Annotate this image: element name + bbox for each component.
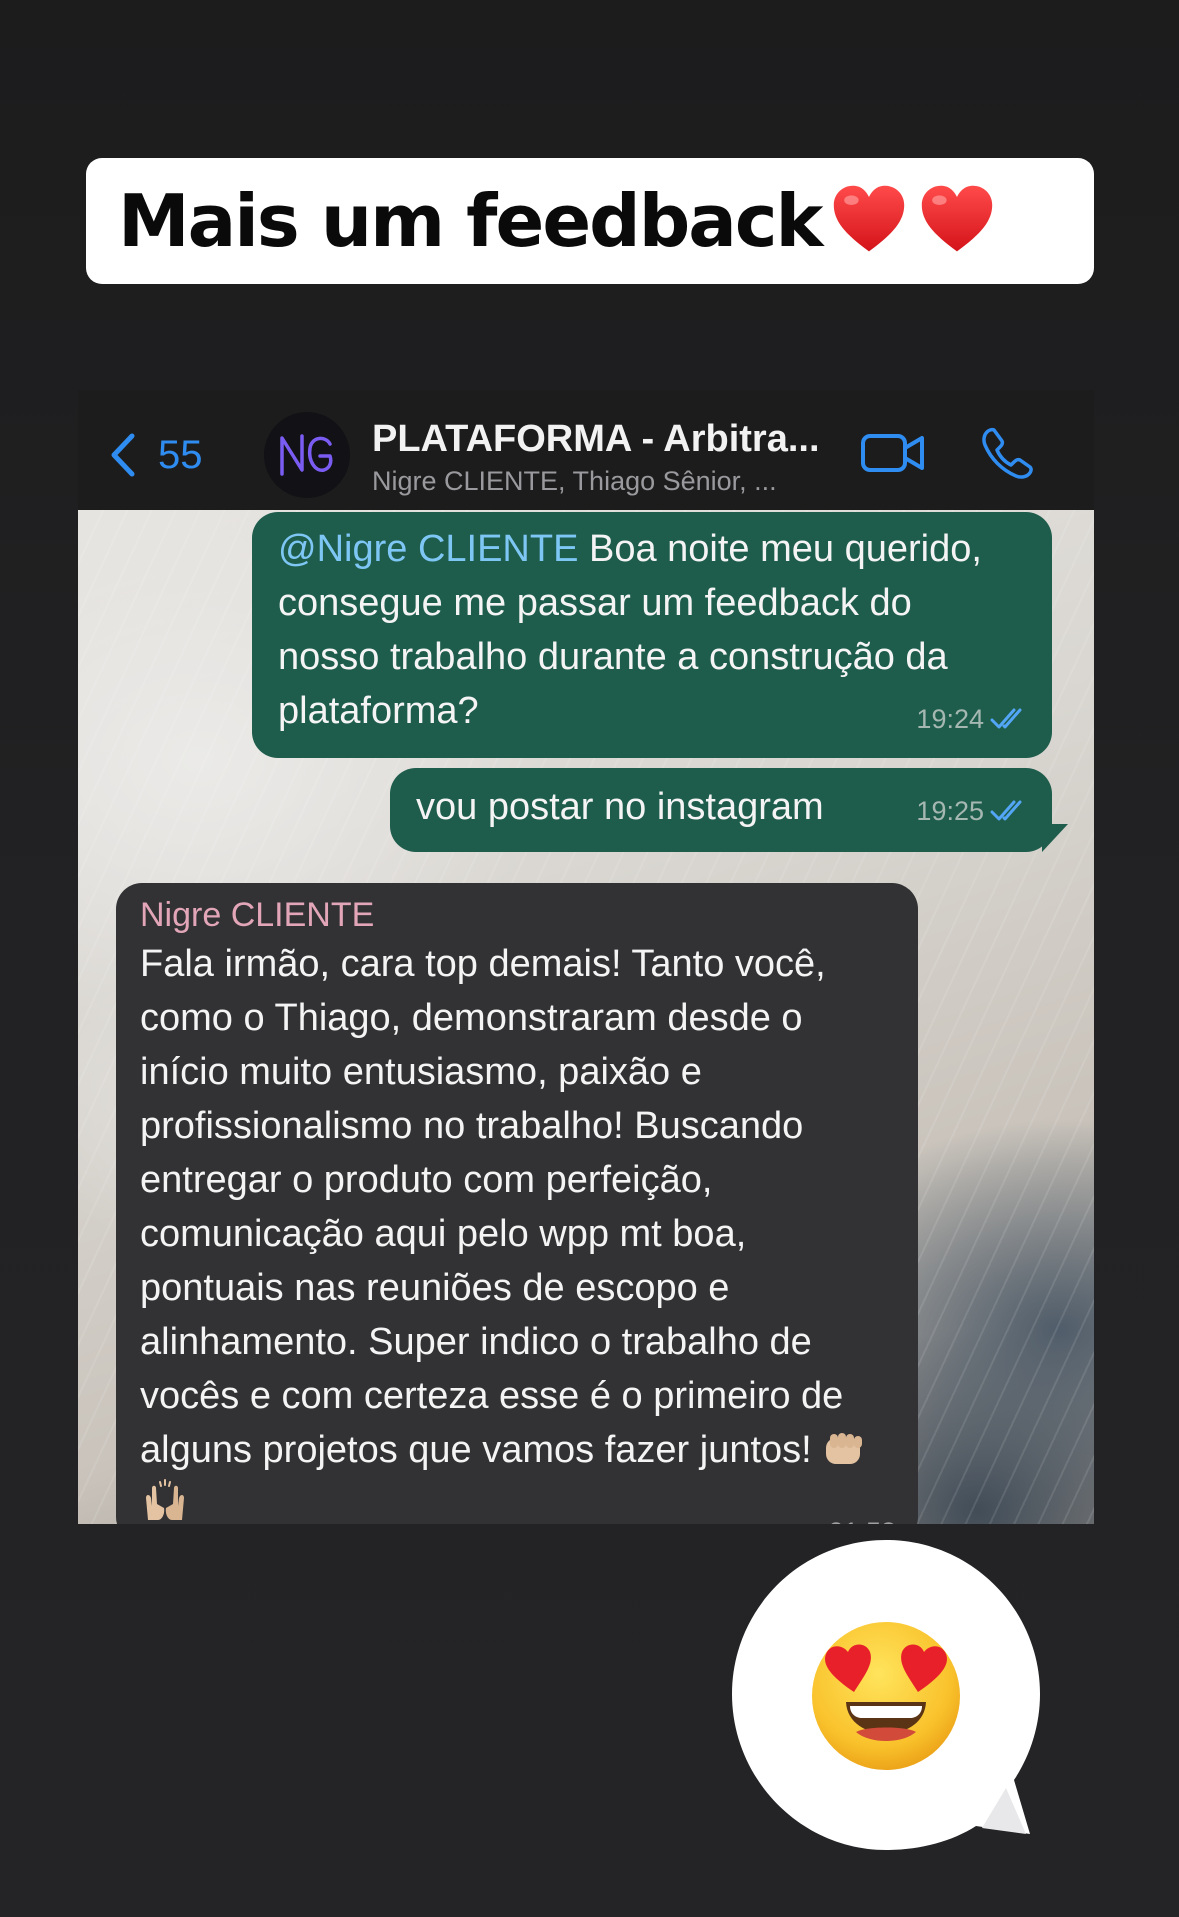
double-check-icon <box>990 706 1030 732</box>
message-text: vou postar no instagram <box>416 786 824 828</box>
chat-header: 55 PLATAFORMA - Arbitra... Nigre CLIENTE… <box>78 390 1094 510</box>
mention[interactable]: @Nigre CLIENTE <box>278 528 578 570</box>
story-title-box: Mais um feedback <box>86 158 1094 284</box>
bubble-tail <box>1042 824 1068 852</box>
message-bubble-outgoing[interactable]: @Nigre CLIENTE Boa noite meu querido, co… <box>252 512 1052 758</box>
message-timestamp: 19:24 <box>916 692 1030 746</box>
reaction-sticker[interactable] <box>726 1534 1046 1854</box>
sender-name[interactable]: Nigre CLIENTE <box>140 893 894 937</box>
chevron-left-icon <box>111 433 135 477</box>
heart-eyes-emoji-icon <box>812 1622 960 1770</box>
voice-call-button[interactable] <box>980 426 1034 480</box>
group-avatar[interactable] <box>264 412 350 498</box>
fist-bump-icon <box>822 1428 868 1468</box>
message-timestamp: 21:58 <box>828 1505 896 1524</box>
message-timestamp: 19:25 <box>916 784 1030 838</box>
message-text: Fala irmão, cara top demais! Tanto você,… <box>140 943 844 1471</box>
chat-screenshot: 55 PLATAFORMA - Arbitra... Nigre CLIENTE… <box>78 390 1094 1524</box>
back-button[interactable]: 55 <box>108 430 203 480</box>
red-heart-icon <box>829 181 909 261</box>
video-call-button[interactable] <box>860 430 926 476</box>
double-check-icon <box>990 798 1030 824</box>
message-bubble-incoming[interactable]: Nigre CLIENTE Fala irmão, cara top demai… <box>116 883 918 1524</box>
group-title[interactable]: PLATAFORMA - Arbitra... <box>372 418 832 461</box>
group-members: Nigre CLIENTE, Thiago Sênior, ... <box>372 466 777 496</box>
video-camera-icon <box>861 434 924 472</box>
story-title: Mais um feedback <box>118 179 823 263</box>
message-bubble-outgoing[interactable]: vou postar no instagram 19:25 <box>390 768 1052 852</box>
raised-hands-icon <box>140 1478 190 1522</box>
red-heart-icon <box>917 181 997 261</box>
phone-icon <box>982 427 1033 479</box>
unread-count: 55 <box>158 432 203 477</box>
